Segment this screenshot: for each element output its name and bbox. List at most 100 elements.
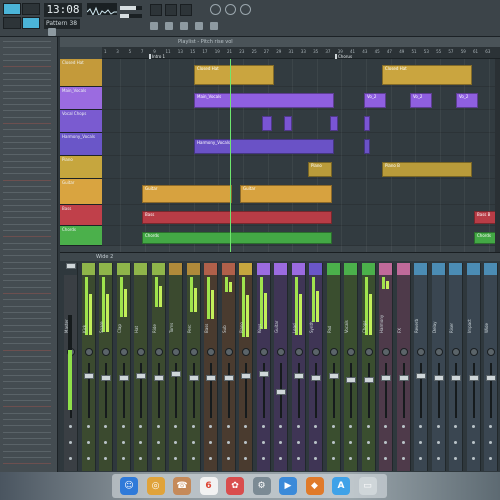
- browser-item[interactable]: [3, 362, 51, 366]
- browser-item[interactable]: [3, 456, 51, 461]
- browser-item[interactable]: [3, 223, 51, 228]
- pan-knob[interactable]: [119, 348, 128, 356]
- record-mode-button[interactable]: [22, 17, 40, 29]
- send-dot[interactable]: [261, 457, 265, 460]
- browser-item[interactable]: [3, 242, 51, 247]
- playlist-clip[interactable]: Closed Hat: [382, 65, 472, 85]
- browser-item[interactable]: [3, 406, 51, 410]
- send-dot[interactable]: [366, 425, 370, 428]
- playlist-clip[interactable]: [330, 116, 338, 131]
- send-dot[interactable]: [104, 457, 107, 460]
- send-dot[interactable]: [279, 457, 282, 460]
- browser-item[interactable]: [3, 311, 51, 316]
- volume-fader[interactable]: [188, 375, 199, 381]
- browser-item[interactable]: [3, 324, 51, 329]
- send-dot[interactable]: [401, 441, 405, 444]
- send-dot[interactable]: [156, 441, 160, 444]
- app-store-icon[interactable]: A: [332, 477, 350, 495]
- send-dot[interactable]: [296, 425, 300, 428]
- browser-item[interactable]: [3, 305, 51, 310]
- browser-item[interactable]: [3, 450, 51, 455]
- volume-fader[interactable]: [451, 375, 461, 381]
- send-dot[interactable]: [454, 441, 457, 444]
- browser-item[interactable]: [3, 91, 51, 95]
- browser-item[interactable]: [3, 318, 51, 322]
- metronome-icon[interactable]: [210, 4, 221, 15]
- send-dot[interactable]: [86, 457, 90, 460]
- send-dot[interactable]: [419, 457, 422, 460]
- volume-fader[interactable]: [328, 373, 339, 379]
- send-dot[interactable]: [174, 441, 177, 444]
- browser-item[interactable]: [3, 148, 51, 152]
- contacts-icon[interactable]: ☎: [173, 477, 191, 495]
- pan-knob[interactable]: [452, 348, 460, 356]
- send-dot[interactable]: [279, 441, 282, 444]
- send-dot[interactable]: [244, 457, 247, 460]
- volume-fader[interactable]: [293, 373, 304, 379]
- playlist-clip[interactable]: Piano: [308, 162, 332, 177]
- pan-knob[interactable]: [242, 348, 250, 356]
- pan-knob[interactable]: [364, 348, 373, 356]
- browser-item[interactable]: [3, 192, 51, 196]
- browser-icon[interactable]: [150, 22, 158, 30]
- volume-fader[interactable]: [346, 377, 356, 383]
- send-dot[interactable]: [296, 457, 300, 460]
- browser-item[interactable]: [3, 412, 51, 417]
- send-dot[interactable]: [244, 425, 247, 428]
- volume-fader[interactable]: [241, 373, 251, 379]
- browser-item[interactable]: [3, 444, 51, 448]
- mixer-strip[interactable]: Harmony: [379, 263, 393, 471]
- browser-item[interactable]: [3, 141, 51, 146]
- volume-fader[interactable]: [258, 371, 269, 377]
- playlist-title-bar[interactable]: Playlist - Pitch rise vol: [60, 37, 500, 47]
- playlist-clip[interactable]: Main_Vocals: [194, 93, 334, 108]
- send-dot[interactable]: [349, 425, 352, 428]
- browser-item[interactable]: [3, 185, 51, 190]
- send-dot[interactable]: [401, 425, 405, 428]
- browser-item[interactable]: [3, 167, 51, 171]
- playlist-clip[interactable]: Closed Hat: [194, 65, 274, 85]
- pan-knob[interactable]: [84, 348, 93, 356]
- mixer-strip[interactable]: Wide: [484, 263, 498, 471]
- browser-item[interactable]: [3, 431, 51, 436]
- send-dot[interactable]: [471, 425, 475, 428]
- browser-item[interactable]: [3, 286, 51, 291]
- browser-item[interactable]: [3, 135, 51, 140]
- mixer-strip[interactable]: Kick: [81, 263, 96, 471]
- browser-item[interactable]: [3, 400, 51, 404]
- snap-icon[interactable]: [48, 28, 56, 36]
- browser-item[interactable]: [3, 419, 51, 423]
- browser-item[interactable]: [3, 173, 51, 177]
- send-dot[interactable]: [366, 441, 370, 444]
- time-display[interactable]: 13:08: [44, 3, 82, 17]
- mixer-strip[interactable]: Toms: [169, 263, 183, 471]
- send-dot[interactable]: [436, 441, 440, 444]
- send-dot[interactable]: [419, 441, 422, 444]
- playlist-scrollbar[interactable]: [495, 59, 500, 252]
- send-dot[interactable]: [69, 441, 72, 444]
- send-dot[interactable]: [454, 457, 457, 460]
- send-dot[interactable]: [296, 441, 300, 444]
- send-dot[interactable]: [489, 425, 492, 428]
- mixer-icon[interactable]: [180, 22, 188, 30]
- send-dot[interactable]: [244, 441, 247, 444]
- mixer-strip[interactable]: Lead: [291, 263, 306, 471]
- countdown-icon[interactable]: [225, 4, 236, 15]
- browser-item[interactable]: [3, 129, 51, 133]
- browser-item[interactable]: [3, 267, 51, 272]
- browser-item[interactable]: [3, 368, 51, 373]
- volume-fader[interactable]: [206, 375, 216, 381]
- volume-fader[interactable]: [363, 377, 374, 383]
- pan-knob[interactable]: [224, 348, 233, 356]
- master-volume-slider[interactable]: [120, 6, 142, 10]
- mixer-strip[interactable]: Piano: [239, 263, 253, 471]
- mixer-strip[interactable]: Clap: [116, 263, 131, 471]
- track-header[interactable]: Guitar: [60, 179, 102, 205]
- browser-item[interactable]: [3, 274, 51, 278]
- volume-fader[interactable]: [171, 371, 181, 377]
- browser-item[interactable]: [3, 211, 51, 215]
- pan-knob[interactable]: [102, 348, 110, 356]
- send-dot[interactable]: [174, 425, 177, 428]
- browser-item[interactable]: [3, 393, 51, 398]
- play-button[interactable]: [150, 4, 162, 16]
